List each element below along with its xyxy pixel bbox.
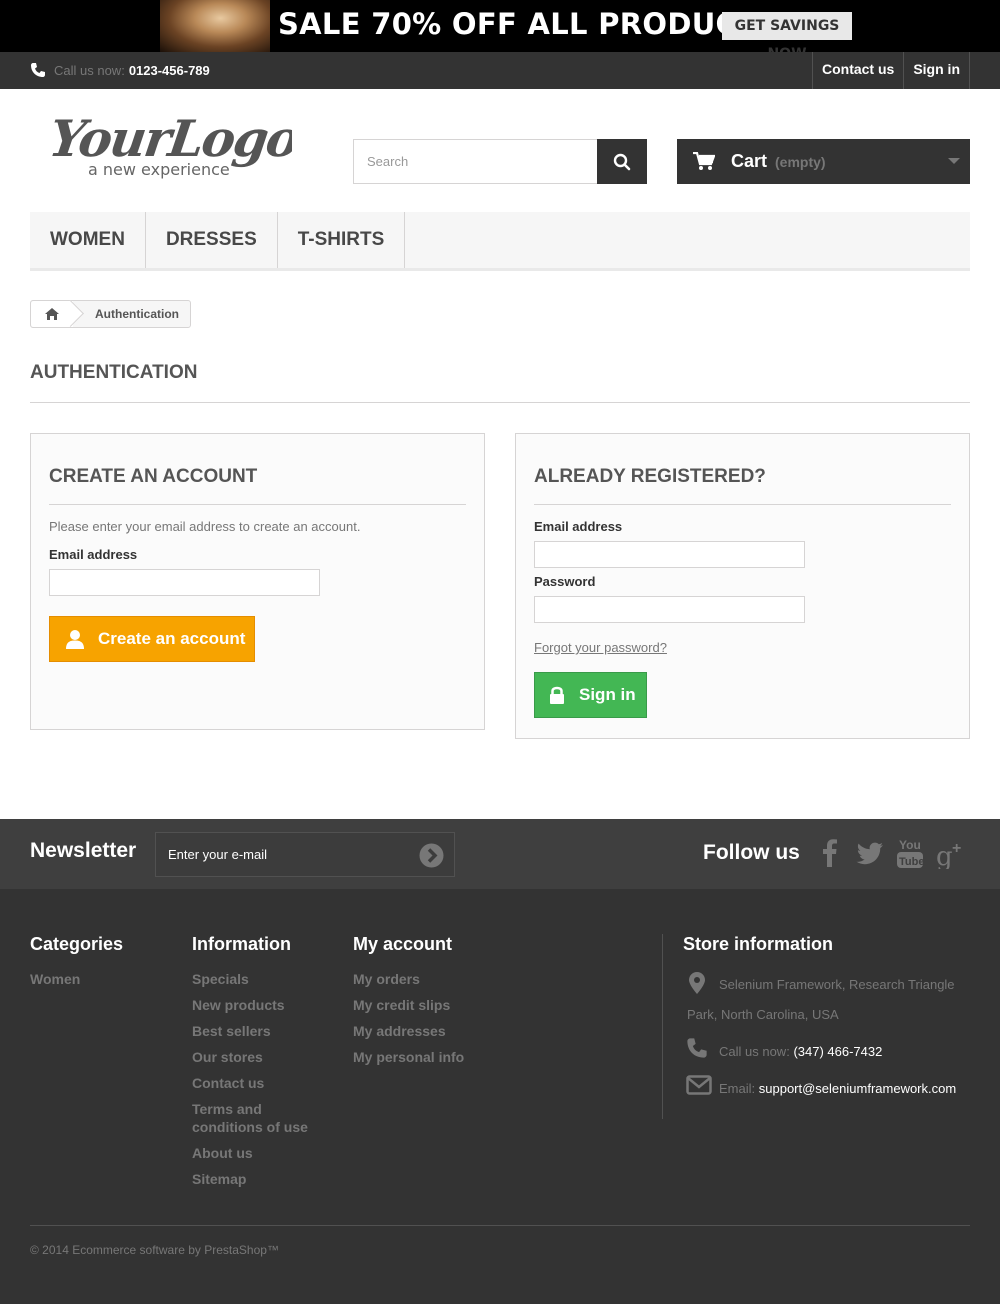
site-logo[interactable]: YourLogo a new experience	[46, 108, 303, 182]
create-account-button[interactable]: Create an account	[49, 616, 255, 662]
create-account-note: Please enter your email address to creat…	[49, 519, 361, 534]
footer-link-women[interactable]: Women	[30, 970, 80, 988]
page-title: AUTHENTICATION	[30, 362, 970, 403]
newsletter-bar: Newsletter Enter your e-mail Follow us Y…	[0, 819, 1000, 889]
footer-link-about-us[interactable]: About us	[192, 1144, 253, 1162]
envelope-icon	[686, 1075, 712, 1095]
login-password-input[interactable]	[534, 596, 805, 623]
create-account-form: CREATE AN ACCOUNT Please enter your emai…	[30, 433, 485, 730]
contact-us-link[interactable]: Contact us	[811, 52, 903, 89]
footer-link-best-sellers[interactable]: Best sellers	[192, 1022, 271, 1040]
footer-link-my-addresses[interactable]: My addresses	[353, 1022, 446, 1040]
menu-item-tshirts[interactable]: T-SHIRTS	[278, 212, 406, 268]
breadcrumb: Authentication	[30, 300, 191, 328]
footer-categories-title: Categories	[30, 934, 124, 954]
sign-in-link[interactable]: Sign in	[903, 52, 970, 89]
svg-text:Tube: Tube	[899, 856, 923, 868]
login-email-input[interactable]	[534, 541, 805, 568]
banner-model-image	[160, 0, 270, 52]
newsletter-input[interactable]: Enter your e-mail	[155, 832, 455, 877]
store-email: Email: support@seleniumframework.com	[719, 1081, 956, 1096]
footer-my-account-title: My account	[353, 934, 453, 954]
cart-label: Cart	[731, 151, 768, 171]
top-phone-number: 0123-456-789	[128, 62, 210, 78]
arrow-right-circle-icon[interactable]	[419, 843, 444, 868]
store-address-line1: Selenium Framework, Research Triangle	[719, 977, 955, 992]
footer-link-specials[interactable]: Specials	[192, 970, 249, 988]
phone-icon	[31, 63, 45, 77]
search-button[interactable]	[597, 139, 647, 184]
logo-tagline: a new experience	[88, 160, 230, 179]
login-form: ALREADY REGISTERED? Email address Passwo…	[515, 433, 970, 739]
store-phone-number: (347) 466-7432	[793, 1044, 883, 1059]
footer-link-our-stores[interactable]: Our stores	[192, 1048, 263, 1066]
google-plus-icon[interactable]: g +	[936, 839, 966, 869]
create-account-title: CREATE AN ACCOUNT	[49, 466, 466, 505]
top-phone: Call us now: 0123-456-789	[30, 62, 210, 78]
svg-text:You: You	[899, 838, 921, 852]
footer-rule	[30, 1225, 970, 1226]
twitter-icon[interactable]	[856, 842, 884, 865]
footer-divider	[662, 934, 663, 1119]
home-icon	[45, 308, 59, 320]
svg-text:+: +	[952, 840, 961, 857]
sale-banner[interactable]: SALE 70% OFF ALL PRODUCTS GET SAVINGS NO…	[0, 0, 1000, 52]
footer-link-sitemap[interactable]: Sitemap	[192, 1170, 246, 1188]
login-password-label: Password	[534, 574, 596, 589]
footer-link-new-products[interactable]: New products	[192, 996, 285, 1014]
chevron-down-icon	[948, 158, 960, 164]
youtube-icon[interactable]: You Tube	[897, 837, 923, 869]
newsletter-title: Newsletter	[30, 839, 137, 862]
footer-link-terms[interactable]: Terms and conditions of use	[192, 1100, 317, 1136]
cart-icon	[693, 151, 715, 170]
main-menu: WOMEN DRESSES T-SHIRTS	[30, 212, 970, 271]
lock-icon	[550, 686, 564, 704]
footer-link-contact-us[interactable]: Contact us	[192, 1074, 264, 1092]
footer-information-title: Information	[192, 934, 291, 954]
search-input[interactable]: Search	[353, 139, 598, 184]
login-title: ALREADY REGISTERED?	[534, 466, 951, 505]
footer: Categories Women Information Specials Ne…	[0, 889, 1000, 1304]
store-phone: Call us now: (347) 466-7432	[719, 1044, 882, 1059]
copyright[interactable]: © 2014 Ecommerce software by PrestaShop™	[30, 1243, 279, 1257]
newsletter-placeholder: Enter your e-mail	[168, 847, 267, 862]
map-marker-icon	[689, 972, 705, 994]
follow-us-title: Follow us	[703, 841, 800, 864]
cart-status: (empty)	[775, 153, 826, 170]
cart-button[interactable]: Cart (empty)	[677, 139, 970, 184]
create-email-input[interactable]	[49, 569, 320, 596]
sign-in-button-label: Sign in	[579, 685, 636, 704]
svg-text:g: g	[936, 842, 953, 869]
sign-in-button[interactable]: Sign in	[534, 672, 647, 718]
top-nav: Contact us Sign in	[811, 52, 970, 89]
get-savings-button[interactable]: GET SAVINGS NOW	[722, 12, 852, 52]
footer-link-my-credit-slips[interactable]: My credit slips	[353, 996, 450, 1014]
breadcrumb-home[interactable]	[31, 301, 73, 327]
search-icon	[613, 153, 631, 170]
login-email-label: Email address	[534, 519, 623, 534]
create-account-button-label: Create an account	[98, 629, 246, 648]
footer-store-title: Store information	[683, 934, 834, 954]
create-email-label: Email address	[49, 547, 138, 562]
top-bar: Call us now: 0123-456-789 Contact us Sig…	[0, 52, 1000, 89]
banner-text: SALE 70% OFF ALL PRODUCTS	[278, 7, 779, 41]
footer-link-my-orders[interactable]: My orders	[353, 970, 420, 988]
store-phone-label: Call us now:	[719, 1044, 790, 1059]
phone-icon	[687, 1038, 707, 1058]
store-email-label: Email:	[719, 1081, 756, 1096]
top-phone-label: Call us now:	[54, 62, 125, 78]
menu-item-dresses[interactable]: DRESSES	[146, 212, 278, 268]
search-form: Search	[353, 139, 647, 184]
footer-link-my-personal-info[interactable]: My personal info	[353, 1048, 464, 1066]
breadcrumb-current: Authentication	[95, 307, 179, 321]
facebook-icon[interactable]	[822, 839, 838, 867]
store-address-line2: Park, North Carolina, USA	[687, 1007, 839, 1022]
store-email-address[interactable]: support@seleniumframework.com	[759, 1081, 956, 1096]
user-icon	[66, 630, 84, 649]
forgot-password-link[interactable]: Forgot your password?	[534, 640, 667, 655]
menu-item-women[interactable]: WOMEN	[30, 212, 146, 268]
